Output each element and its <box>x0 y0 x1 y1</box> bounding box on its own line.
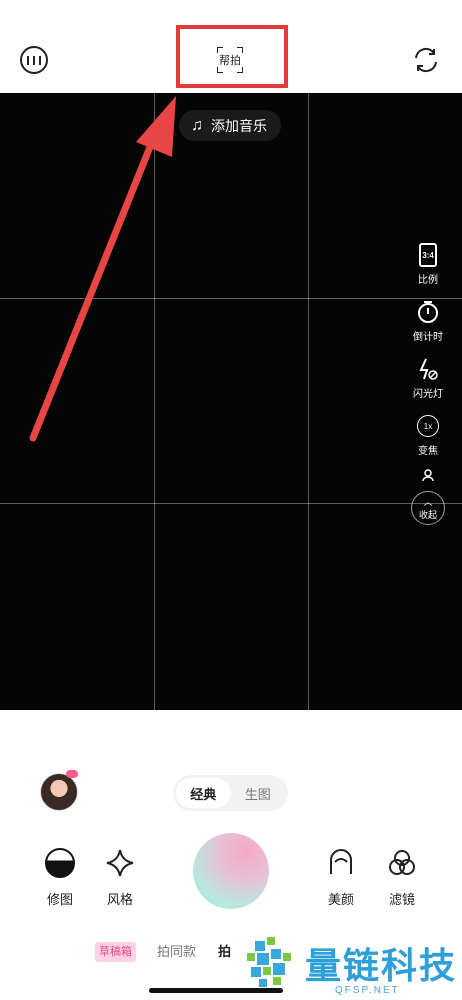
mode-classic[interactable]: 经典 <box>176 778 231 808</box>
style-button[interactable]: 风格 <box>95 847 145 908</box>
add-music-button[interactable]: ♫ 添加音乐 <box>179 110 281 141</box>
watermark-logo-icon <box>247 937 291 987</box>
top-bar: 帮拍 <box>0 0 462 93</box>
menu-button[interactable] <box>20 46 48 74</box>
grid-line <box>308 93 309 710</box>
avatar-badge <box>66 770 78 778</box>
zoom-label: 变焦 <box>418 446 438 457</box>
beauty-button[interactable]: 美颜 <box>316 847 366 908</box>
watermark: 量链科技 QFSP.NET <box>245 935 462 1000</box>
avatar[interactable] <box>40 773 78 811</box>
filter-button[interactable]: 滤镜 <box>377 847 427 908</box>
edit-photo-button[interactable]: 修图 <box>35 847 85 908</box>
countdown-tool[interactable]: 倒计时 <box>406 300 450 343</box>
watermark-title: 量链科技 <box>305 946 458 987</box>
ratio-icon: 3:4 <box>419 243 437 267</box>
watermark-subtitle: QFSP.NET <box>335 985 400 996</box>
edit-icon <box>45 848 75 878</box>
ratio-tool[interactable]: 3:4 比例 <box>406 243 450 286</box>
face-icon <box>330 849 352 874</box>
tab-photo[interactable]: 拍 <box>218 942 231 962</box>
flash-off-icon <box>419 358 438 380</box>
side-toolbar: 3:4 比例 倒计时 闪光灯 1x 变焦 ︿ 收起 <box>406 243 450 525</box>
mode-toggle: 经典 生图 <box>173 775 288 811</box>
timer-icon <box>418 301 438 323</box>
edit-photo-label: 修图 <box>46 892 73 907</box>
ratio-label: 比例 <box>418 275 438 286</box>
tab-same-style[interactable]: 拍同款 <box>157 942 196 962</box>
collapse-tool[interactable]: ︿ 收起 <box>406 491 450 525</box>
add-music-label: 添加音乐 <box>211 117 267 134</box>
tab-drafts[interactable]: 草稿箱 <box>95 942 136 962</box>
mode-generate[interactable]: 生图 <box>231 778 286 808</box>
grid-line <box>154 93 155 710</box>
camera-viewfinder[interactable]: ♫ 添加音乐 3:4 比例 倒计时 闪光灯 1x 变焦 ︿ 收起 <box>0 93 462 710</box>
filter-icon <box>389 850 415 875</box>
collapse-label: 收起 <box>418 510 437 520</box>
grid-line <box>0 298 462 299</box>
style-label: 风格 <box>106 892 133 907</box>
chevron-up-icon: ︿ <box>423 497 433 507</box>
grid-line <box>0 503 462 504</box>
menu-icon <box>27 55 29 65</box>
highlight-annotation-box <box>176 25 288 88</box>
collapse-button[interactable]: ︿ 收起 <box>411 491 445 525</box>
countdown-label: 倒计时 <box>413 332 443 343</box>
zoom-icon: 1x <box>417 415 439 437</box>
beauty-label: 美颜 <box>327 892 354 907</box>
music-note-icon: ♫ <box>191 116 203 134</box>
person-icon <box>422 469 434 481</box>
zoom-tool[interactable]: 1x 变焦 <box>406 414 450 457</box>
sparkle-icon <box>106 849 134 877</box>
person-tool[interactable] <box>406 469 450 481</box>
filter-label: 滤镜 <box>388 892 415 907</box>
flip-camera-icon[interactable] <box>412 46 440 74</box>
flash-label: 闪光灯 <box>413 389 443 400</box>
shutter-button[interactable] <box>193 833 269 909</box>
flash-tool[interactable]: 闪光灯 <box>406 357 450 400</box>
